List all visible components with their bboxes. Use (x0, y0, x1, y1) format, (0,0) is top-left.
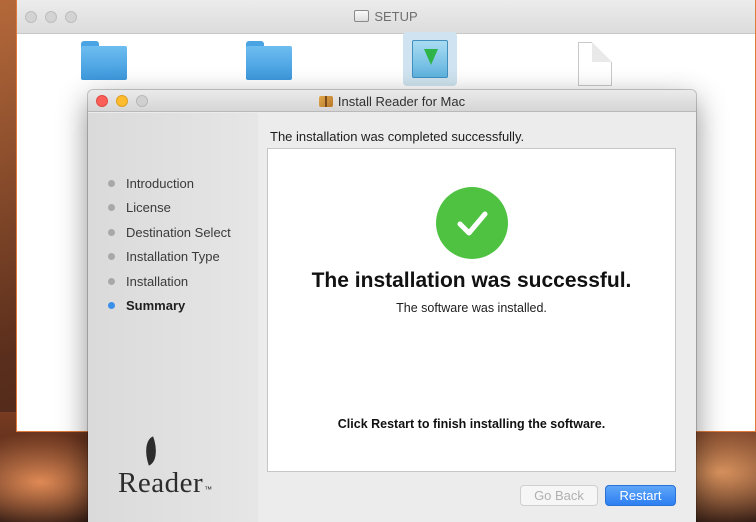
checkmark-circle-icon (436, 187, 508, 259)
finder-title: SETUP (17, 9, 755, 24)
step-bullet (108, 253, 115, 261)
installer-package-item[interactable] (403, 32, 457, 86)
installer-title-label: Install Reader for Mac (337, 94, 466, 109)
folder-item-1[interactable] (81, 38, 127, 80)
brand-trademark: ™ (204, 485, 213, 494)
go-back-button[interactable]: Go Back (520, 485, 598, 506)
finder-title-label: SETUP (374, 9, 418, 24)
step-bullet (108, 228, 115, 236)
step-list: Introduction License Destination Select … (108, 171, 231, 318)
step-installation-type: Installation Type (108, 245, 231, 270)
step-bullet (108, 204, 115, 212)
step-label: Destination Select (126, 224, 231, 240)
step-introduction: Introduction (108, 171, 231, 196)
installer-package-icon (403, 32, 457, 86)
header-message: The installation was completed successfu… (270, 129, 525, 144)
installer-title: Install Reader for Mac (88, 94, 696, 109)
reader-logo-quill (139, 436, 163, 466)
installer-sidebar: Introduction License Destination Select … (88, 113, 258, 522)
document-item[interactable] (578, 38, 612, 86)
disk-icon (354, 10, 370, 22)
step-license: License (108, 196, 231, 221)
step-bullet (108, 179, 115, 187)
folder-icon (81, 41, 127, 80)
step-label: Installation (126, 273, 189, 289)
step-label: License (126, 200, 171, 216)
success-title: The installation was successful. (311, 269, 632, 292)
finder-titlebar: SETUP (17, 0, 755, 34)
restart-hint: Click Restart to finish installing the s… (337, 417, 606, 431)
document-icon (578, 42, 612, 86)
step-bullet (108, 277, 115, 285)
installer-window: Install Reader for Mac Introduction Lice… (88, 90, 696, 522)
brand-name: Reader (118, 467, 204, 499)
step-destination-select: Destination Select (108, 220, 231, 245)
step-summary: Summary (108, 294, 231, 319)
installer-titlebar: Install Reader for Mac (88, 90, 696, 112)
step-label: Introduction (126, 175, 194, 191)
finder-file-area (17, 32, 755, 90)
step-installation: Installation (108, 269, 231, 294)
step-label: Summary (126, 298, 186, 314)
step-label: Installation Type (126, 249, 220, 265)
package-icon (318, 96, 333, 107)
step-bullet-active (108, 302, 115, 310)
summary-panel: The installation was successful. The sof… (267, 148, 676, 472)
folder-item-2[interactable] (246, 38, 292, 80)
success-subtitle: The software was installed. (396, 301, 547, 315)
folder-icon (246, 41, 292, 80)
restart-button[interactable]: Restart (605, 485, 676, 506)
reader-logo: Reader™ (118, 467, 213, 500)
